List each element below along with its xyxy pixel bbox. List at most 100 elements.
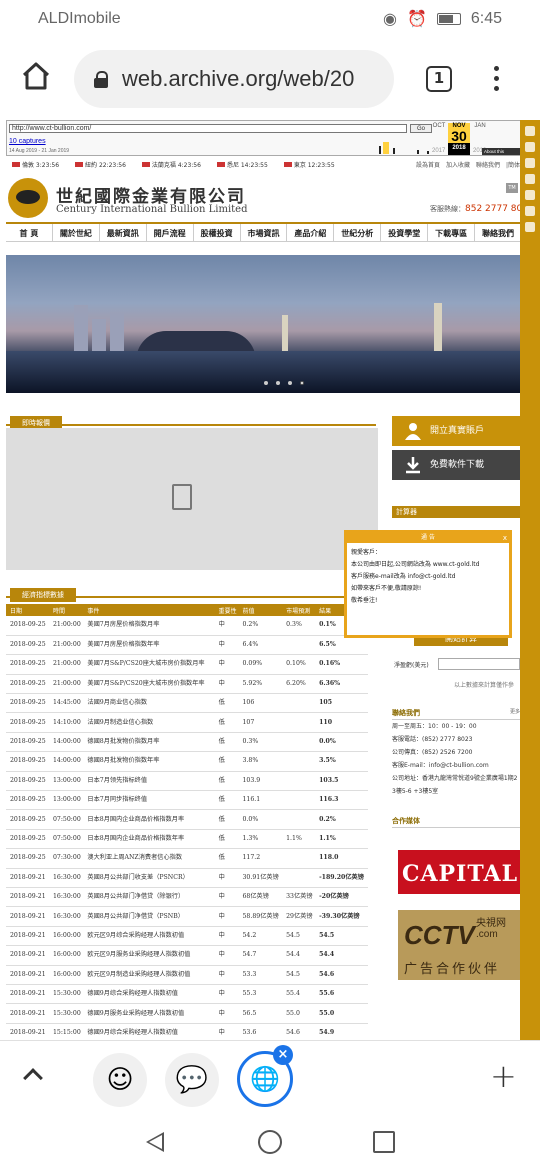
table-cell: 日本7月领先指标终值 <box>83 771 215 792</box>
table-cell: 54.7 <box>238 945 283 966</box>
popup-line-email: 客戶服務e-mail改為 info@ct-gold.ltd <box>351 573 456 580</box>
wayback-go-button[interactable]: Go <box>410 124 432 133</box>
hotline: 客服熱線：852 2777 8023 <box>430 204 534 214</box>
media-title: 合作媒体 <box>392 816 522 828</box>
table-cell: 1.1% <box>315 829 368 850</box>
overflow-menu-icon[interactable] <box>494 66 500 92</box>
month-next[interactable]: JAN <box>471 123 489 129</box>
calc-hint: 以上數據來計算僅作參 <box>454 682 515 689</box>
alarm-icon: ⏰ <box>406 11 427 28</box>
popup-body: 親愛客戶： 本公司由即日起,公司網站改為 www.ct-gold.ltd 客戶服… <box>347 543 509 635</box>
user-icon <box>405 423 421 440</box>
battery-icon <box>436 13 461 25</box>
nav-downloads[interactable]: 下載專區 <box>428 224 476 241</box>
nav-school[interactable]: 投資學堂 <box>381 224 429 241</box>
quotes-header: 即時報價 <box>6 410 376 430</box>
table-row: 2018-09-25 14:10:00 法國9月制造业信心指数低 107 110 <box>6 712 368 733</box>
main-nav: 首 頁 關於世紀 最新資訊 開戶流程 股權投資 市場資訊 產品介紹 世紀分析 投… <box>6 222 522 242</box>
close-tab-icon[interactable]: × <box>273 1045 293 1065</box>
table-cell: 13:00:00 <box>48 790 84 811</box>
bottom-tab-bar: ☺ 💬 🌐 × + <box>0 1040 540 1114</box>
camera-icon[interactable] <box>525 158 535 168</box>
table-row: 2018-09-21 15:15:00 德國9月综合采购经理人指数初值中 53.6 54… <box>6 1023 368 1040</box>
share-icon[interactable] <box>525 174 535 184</box>
nav-contact[interactable]: 聯絡我們 <box>475 224 522 241</box>
table-cell: 54.5 <box>315 926 368 947</box>
popup-close-icon[interactable]: x <box>503 533 507 543</box>
new-tab-icon[interactable]: + <box>490 1057 517 1095</box>
chat-tab-icon[interactable]: 💬 <box>165 1053 219 1107</box>
net-pl-field[interactable] <box>438 658 520 670</box>
table-cell: 6.20% <box>282 674 316 695</box>
clock-frankfurt: 法蘭克福 4:23:56 <box>142 160 201 172</box>
nav-news[interactable]: 最新資訊 <box>100 224 147 241</box>
carousel-dots[interactable] <box>264 381 304 385</box>
table-cell: 07:30:00 <box>48 848 84 869</box>
capture-sparkline[interactable] <box>57 136 432 154</box>
nav-market[interactable]: 市場資訊 <box>241 224 288 241</box>
table-cell: 2018-09-25 <box>6 635 49 656</box>
download-label: 免費軟件下載 <box>430 460 485 470</box>
table-cell: 16:30:00 <box>48 906 84 927</box>
table-cell: 21:00:00 <box>48 654 84 675</box>
nav-analysis[interactable]: 世紀分析 <box>334 224 382 241</box>
tab-switcher-button[interactable]: 1 <box>426 66 452 92</box>
table-cell: 14:00:00 <box>48 751 84 772</box>
hotline-label: 客服熱線： <box>430 205 465 213</box>
address-bar[interactable]: web.archive.org/web/20 <box>74 50 394 108</box>
download-button[interactable]: 免費軟件下載 <box>392 450 522 480</box>
table-cell <box>282 809 316 830</box>
top-links[interactable]: 設為首頁 加入收藏 聯絡我們 |簡体 <box>416 160 520 169</box>
table-cell: 2018-09-21 <box>6 945 49 966</box>
nav-equity[interactable]: 股權投資 <box>194 224 241 241</box>
search-icon[interactable] <box>525 126 535 136</box>
arrow-down-icon[interactable] <box>525 222 535 232</box>
table-cell: 2018-09-25 <box>6 732 49 753</box>
capital-logo[interactable]: CAPITAL <box>398 850 522 894</box>
table-cell: 21:00:00 <box>48 635 84 656</box>
table-cell: 日本7月同步指标终值 <box>83 790 215 811</box>
popup-greeting: 親愛客戶： <box>351 549 382 556</box>
table-cell: 德國9月服务业采购经理人指数初值 <box>83 1003 215 1024</box>
company-logo[interactable] <box>8 178 48 218</box>
table-cell: 中 <box>214 906 239 927</box>
year-prev[interactable]: 2017 <box>432 148 445 154</box>
back-icon[interactable] <box>146 1132 164 1152</box>
table-cell: 低 <box>214 693 239 714</box>
table-cell: 56.5 <box>238 1003 283 1024</box>
month-prev[interactable]: OCT <box>430 123 448 129</box>
table-cell: 54.4 <box>282 945 316 966</box>
table-cell: 日本8月国内企业商品价格指数月率 <box>83 809 215 830</box>
table-cell: 2018-09-21 <box>6 1023 49 1040</box>
home-icon[interactable] <box>20 60 52 92</box>
nav-about[interactable]: 關於世紀 <box>53 224 100 241</box>
contact-more-link[interactable]: 更多 <box>510 708 520 715</box>
table-cell <box>282 751 316 772</box>
about-capture-link[interactable]: About this capture <box>482 148 520 161</box>
user-icon[interactable] <box>525 190 535 200</box>
table-cell: 106 <box>238 693 283 714</box>
home-nav-icon[interactable] <box>258 1130 282 1154</box>
hero-banner[interactable] <box>6 255 522 393</box>
nav-account-process[interactable]: 開戶流程 <box>147 224 194 241</box>
cctv-logo[interactable]: 央視网 .com CCTV 广告合作伙伴 <box>398 910 522 980</box>
clock: 6:45 <box>470 10 502 27</box>
table-cell: 澳大利亚上周ANZ消费者信心指数 <box>83 848 215 869</box>
chevron-up-icon[interactable] <box>23 1068 43 1088</box>
table-cell: 法國9月制造业信心指数 <box>83 712 215 733</box>
table-cell: 低 <box>214 771 239 792</box>
settings-icon[interactable] <box>525 206 535 216</box>
open-account-button[interactable]: 開立真實賬戶 <box>392 416 522 446</box>
smiley-tab-icon[interactable]: ☺ <box>93 1053 147 1107</box>
browser-toolbar: web.archive.org/web/20 1 <box>0 38 540 120</box>
recents-icon[interactable] <box>373 1131 395 1153</box>
table-row: 2018-09-21 16:00:00 欧元区9月综合采购经理人指数初值中 54.2 5… <box>6 926 368 947</box>
nav-home[interactable]: 首 頁 <box>6 224 53 241</box>
notice-popup: 通 告 x 親愛客戶： 本公司由即日起,公司網站改為 www.ct-gold.lt… <box>344 530 512 638</box>
table-row: 2018-09-25 14:00:00 德國8月批发物价指数月率低 0.3% 0.0% <box>6 732 368 753</box>
captures-link[interactable]: 10 captures <box>9 138 46 145</box>
nav-products[interactable]: 產品介紹 <box>287 224 335 241</box>
grid-icon[interactable] <box>525 142 535 152</box>
table-cell: 13:00:00 <box>48 771 84 792</box>
wayback-url-input[interactable]: http://www.ct-bullion.com/ <box>9 124 407 133</box>
